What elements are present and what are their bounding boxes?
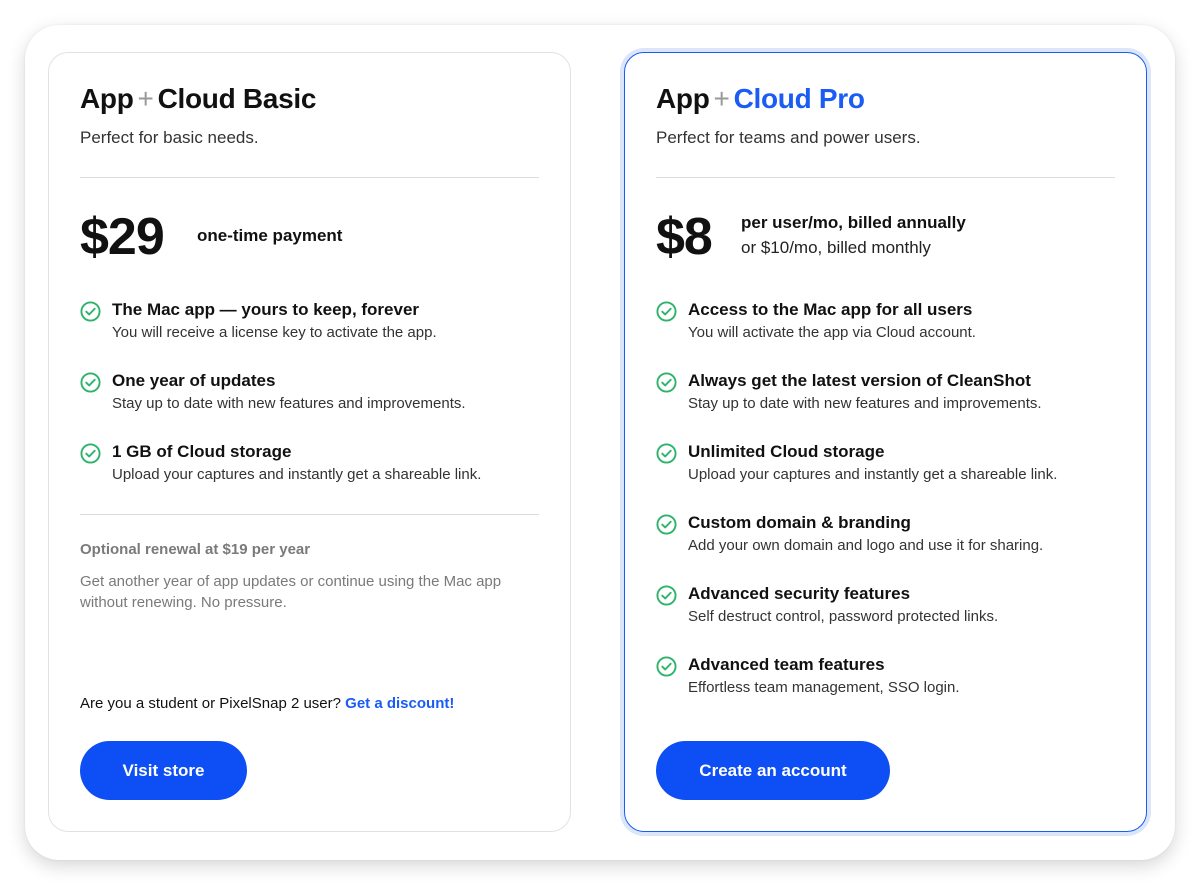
plan-subtitle: Perfect for teams and power users. [656, 128, 921, 147]
divider [80, 514, 539, 515]
discount-line: Are you a student or PixelSnap 2 user? G… [80, 695, 454, 712]
check-circle-icon [656, 656, 677, 677]
feature-list: The Mac app — yours to keep, forever You… [80, 299, 539, 512]
check-circle-icon [656, 301, 677, 322]
check-circle-icon [656, 443, 677, 464]
price-note: one-time payment [197, 226, 343, 245]
feature-desc: Stay up to date with new features and im… [688, 395, 1042, 412]
divider [80, 177, 539, 178]
price-amount: $8 [656, 208, 713, 266]
feature-desc: Upload your captures and instantly get a… [112, 466, 482, 483]
check-circle-icon [656, 514, 677, 535]
renewal-title: Optional renewal at $19 per year [80, 541, 311, 558]
feature-title: Unlimited Cloud storage [688, 442, 885, 461]
renewal-description: Get another year of app updates or conti… [80, 573, 502, 611]
plan-title-prefix: App [656, 83, 710, 114]
feature-desc: You will receive a license key to activa… [112, 324, 437, 341]
feature-title: 1 GB of Cloud storage [112, 442, 292, 461]
feature-item: Always get the latest version of CleanSh… [656, 370, 1115, 441]
feature-item: Advanced team features Effortless team m… [656, 654, 1115, 725]
visit-store-button[interactable]: Visit store [80, 741, 247, 800]
price-amount: $29 [80, 208, 165, 266]
plan-title-name: Cloud Pro [733, 83, 865, 114]
feature-desc: You will activate the app via Cloud acco… [688, 324, 976, 341]
feature-item: The Mac app — yours to keep, forever You… [80, 299, 539, 370]
plan-subtitle: Perfect for basic needs. [80, 128, 259, 147]
plan-title: App + Cloud Basic [80, 83, 316, 115]
feature-desc: Effortless team management, SSO login. [688, 679, 960, 696]
plus-sign: + [137, 83, 154, 114]
check-circle-icon [656, 372, 677, 393]
feature-title: Custom domain & branding [688, 513, 911, 532]
divider [656, 177, 1115, 178]
plan-title: App + Cloud Pro [656, 83, 865, 115]
price-sub: or $10/mo, billed monthly [741, 238, 931, 257]
price-note: per user/mo, billed annually [741, 213, 966, 232]
feature-desc: Self destruct control, password protecte… [688, 608, 999, 625]
feature-title: Advanced team features [688, 655, 885, 674]
feature-title: One year of updates [112, 371, 276, 390]
check-circle-icon [80, 372, 101, 393]
feature-item: Custom domain & branding Add your own do… [656, 512, 1115, 583]
discount-text: Are you a student or PixelSnap 2 user? [80, 695, 341, 712]
check-circle-icon [656, 585, 677, 606]
feature-desc: Upload your captures and instantly get a… [688, 466, 1058, 483]
plus-sign: + [713, 83, 730, 114]
discount-link[interactable]: Get a discount! [345, 695, 454, 712]
plan-card-pro: App + Cloud Pro Perfect for teams and powe… [624, 52, 1147, 832]
feature-desc: Stay up to date with new features and im… [112, 395, 466, 412]
feature-title: Advanced security features [688, 584, 911, 603]
feature-title: Always get the latest version of CleanSh… [688, 371, 1031, 390]
feature-item: Unlimited Cloud storage Upload your capt… [656, 441, 1115, 512]
feature-item: 1 GB of Cloud storage Upload your captur… [80, 441, 539, 512]
feature-title: The Mac app — yours to keep, forever [112, 300, 420, 319]
feature-list: Access to the Mac app for all users You … [656, 299, 1115, 725]
plan-title-name: Cloud Basic [157, 83, 317, 114]
pricing-panel: App + Cloud Basic Perfect for basic needs.… [25, 25, 1175, 860]
feature-title: Access to the Mac app for all users [688, 300, 973, 319]
plan-title-prefix: App [80, 83, 134, 114]
feature-item: Access to the Mac app for all users You … [656, 299, 1115, 370]
plan-card-basic: App + Cloud Basic Perfect for basic needs.… [48, 52, 571, 832]
check-circle-icon [80, 443, 101, 464]
feature-item: Advanced security features Self destruct… [656, 583, 1115, 654]
feature-desc: Add your own domain and logo and use it … [688, 537, 1044, 554]
check-circle-icon [80, 301, 101, 322]
feature-item: One year of updates Stay up to date with… [80, 370, 539, 441]
create-account-button[interactable]: Create an account [656, 741, 890, 800]
